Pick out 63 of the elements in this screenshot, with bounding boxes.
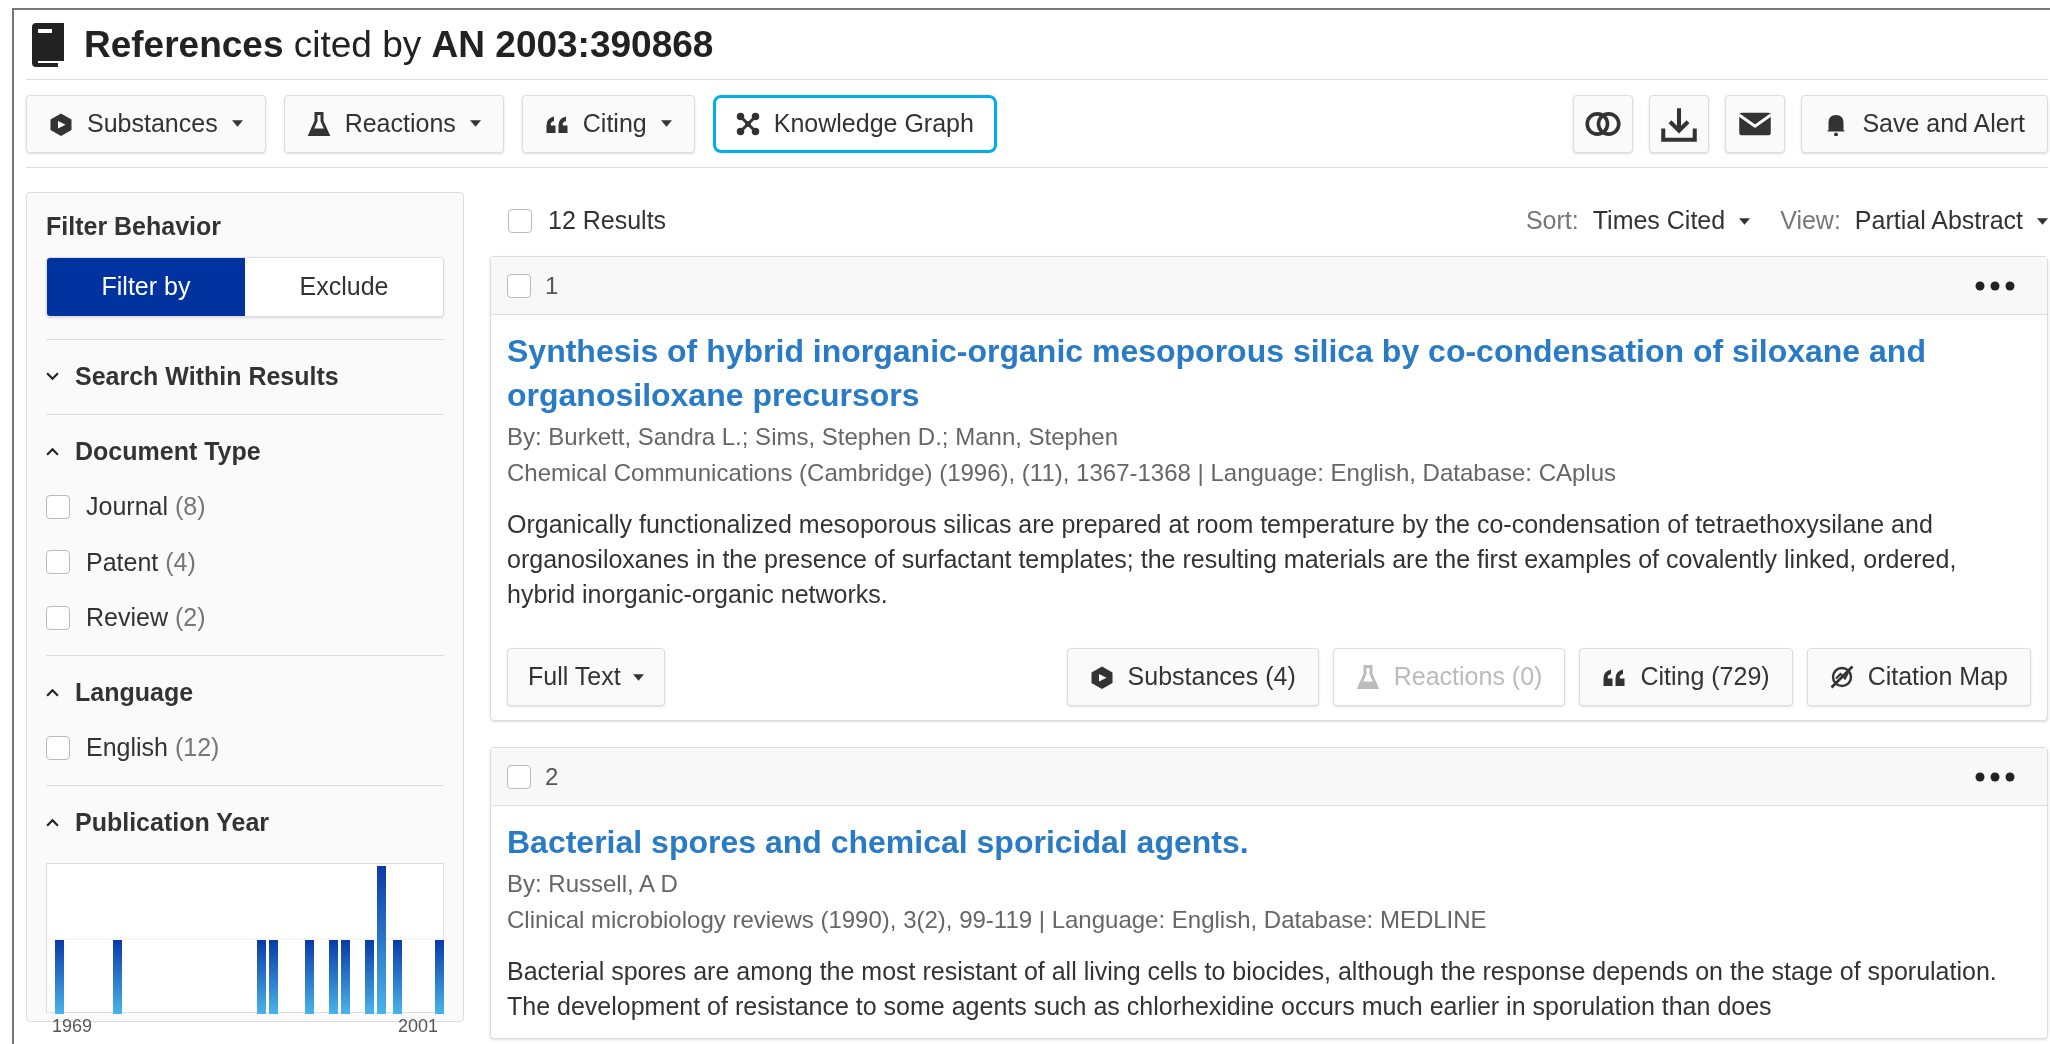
result-title-link[interactable]: Synthesis of hybrid inorganic-organic mesoporous silica by co-condensation of siloxane and organosiloxane precursors <box>507 329 2031 417</box>
toolbar-button[interactable]: Knowledge Graph <box>712 94 997 153</box>
result-authors: By: Russell, A D <box>507 869 679 899</box>
result-number: 2 <box>545 761 559 792</box>
section-heading[interactable]: Publication Year <box>75 803 270 841</box>
section-heading[interactable]: Document Type <box>75 432 261 470</box>
section-heading[interactable]: Language <box>75 673 194 711</box>
save-alert-button[interactable]: Save and Alert <box>1801 94 2048 153</box>
result-authors: By: Burkett, Sandra L.; Sims, Stephen D.; Mann, Stephen <box>507 422 1119 452</box>
download-icon <box>1661 105 1698 142</box>
action-button[interactable]: Substances (4) <box>1066 648 1319 706</box>
checkbox[interactable] <box>46 550 70 575</box>
chevron-down-icon[interactable] <box>46 372 59 382</box>
checkbox[interactable] <box>507 764 531 789</box>
results-count: 12 Results <box>548 205 667 237</box>
checkbox[interactable] <box>46 605 70 630</box>
hexagon-icon <box>49 111 73 136</box>
globe-slash-icon <box>1829 665 1854 689</box>
caret-icon <box>1739 217 1751 225</box>
toggle-button[interactable]: Exclude <box>245 258 443 316</box>
result-title-link[interactable]: Bacterial spores and chemical sporicidal agents. <box>507 820 2031 864</box>
chevron-up-icon[interactable] <box>46 687 59 697</box>
view-dropdown[interactable]: Partial Abstract <box>1854 202 2048 240</box>
download-button[interactable] <box>1649 94 1710 153</box>
result-abstract: Bacterial spores are among the most resistant of all living cells to biocides, although the response depends on the stage of sporulation. The development of resistance to some agents such as chlorhexidine occurs much earlier in sporulation than does <box>507 956 1998 1022</box>
result-number: 1 <box>545 270 559 301</box>
page-title: References cited by AN 2003:390868 <box>84 22 714 67</box>
action-button[interactable]: Citation Map <box>1806 648 2031 706</box>
axis-label: 2001 <box>397 1015 438 1038</box>
filter-option[interactable]: Patent (4) <box>86 543 196 581</box>
filter-option[interactable]: Journal (8) <box>86 488 206 526</box>
result-abstract: Organically functionalized mesoporous silicas are prepared at room temperature by the co-condensation of tetraethoxysilane and organosiloxanes in the presence of surfactant templates; the resulting materials are the first examples of covalently linked, ordered, hybrid inorganic-organic networks. <box>507 509 1958 610</box>
filter-option[interactable]: English (12) <box>86 729 220 767</box>
chevron-up-icon[interactable] <box>46 446 59 456</box>
flask-icon <box>306 111 331 136</box>
checkbox[interactable] <box>46 735 70 760</box>
action-button: Reactions (0) <box>1332 648 1566 706</box>
caret-icon <box>2037 217 2048 225</box>
sort-dropdown[interactable]: Times Cited <box>1592 202 1751 240</box>
mail-button[interactable] <box>1725 94 1786 153</box>
action-button[interactable]: Citing (729) <box>1579 648 1793 706</box>
flask-icon <box>1355 665 1380 689</box>
caret-icon <box>632 673 644 681</box>
result-source: Clinical microbiology reviews (1990), 3(2), 99-119 | Language: English, Database: MEDLINE <box>507 905 1488 935</box>
filter-heading: Filter Behavior <box>46 211 223 243</box>
toggle-button[interactable]: Filter by <box>47 258 245 316</box>
toolbar-button[interactable]: Substances <box>26 94 266 153</box>
chevron-up-icon[interactable] <box>46 817 59 827</box>
hexagon-icon <box>1089 665 1114 689</box>
filter-option[interactable]: Review (2) <box>86 599 206 637</box>
toolbar-button[interactable]: Reactions <box>283 94 504 153</box>
axis-label: 1969 <box>52 1015 93 1038</box>
checkbox[interactable] <box>46 494 70 519</box>
toolbar-button[interactable]: Citing <box>521 94 695 153</box>
result-source: Chemical Communications (Cambridge) (1996), (11), 1367-1368 | Language: English, Database: CAplus <box>507 458 1618 488</box>
checkbox[interactable] <box>507 273 531 298</box>
view-label: View: <box>1780 205 1841 237</box>
network-icon <box>735 111 760 136</box>
section-heading[interactable]: Search Within Results <box>75 358 339 396</box>
rings-button[interactable] <box>1573 94 1634 153</box>
full-text-button[interactable]: Full Text <box>507 648 665 706</box>
sort-label: Sort: <box>1525 205 1579 237</box>
checkbox[interactable] <box>508 209 532 233</box>
